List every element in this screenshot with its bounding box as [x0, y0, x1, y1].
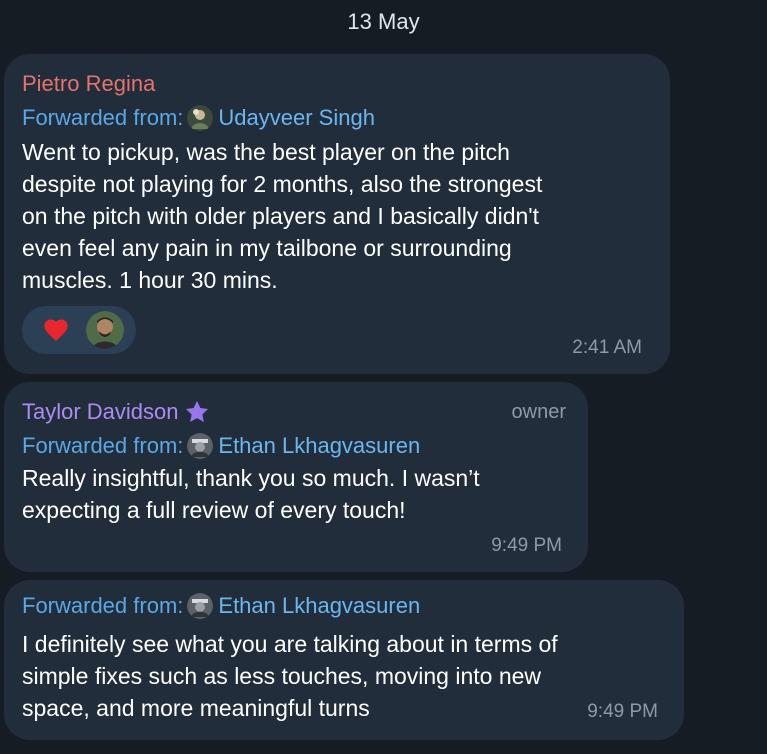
forwarded-avatar[interactable] [187, 105, 214, 131]
forwarded-label: Forwarded from: [22, 105, 184, 130]
forwarded-name[interactable]: Ethan Lkhagvasuren [218, 432, 420, 460]
reactor-avatar[interactable] [86, 311, 124, 349]
sender-name[interactable]: Pietro Regina [22, 70, 155, 98]
message-text: Really insightful, thank you so much. I … [22, 465, 480, 523]
message-bubble-forwarded[interactable]: Forwarded from: Ethan Lkhagvasuren I def… [4, 580, 684, 740]
forwarded-avatar[interactable] [187, 593, 214, 619]
message-text: I definitely see what you are talking ab… [22, 631, 558, 721]
reaction-pill[interactable] [22, 306, 136, 354]
message-bubble-pietro[interactable]: Pietro Regina Forwarded from: Udayveer S… [4, 54, 670, 374]
date-separator: 13 May [347, 9, 420, 34]
forwarded-avatar[interactable] [187, 433, 214, 459]
message-time: 9:49 PM [491, 535, 562, 556]
forwarded-label: Forwarded from: [22, 433, 184, 458]
message-time: 9:49 PM [587, 701, 658, 722]
star-icon [183, 398, 211, 426]
forwarded-header[interactable]: Forwarded from: Ethan Lkhagvasuren [22, 432, 420, 460]
message-time: 2:41 AM [572, 337, 642, 358]
heart-icon [42, 316, 70, 344]
forwarded-name[interactable]: Udayveer Singh [218, 104, 375, 132]
forwarded-name[interactable]: Ethan Lkhagvasuren [218, 592, 420, 620]
forwarded-header[interactable]: Forwarded from: Ethan Lkhagvasuren [22, 592, 420, 620]
role-badge: owner [511, 401, 566, 423]
sender-name[interactable]: Taylor Davidson [22, 398, 179, 426]
sender-name-row[interactable]: Taylor Davidson [22, 398, 211, 426]
forwarded-header[interactable]: Forwarded from: Udayveer Singh [22, 104, 375, 132]
forwarded-label: Forwarded from: [22, 593, 184, 618]
message-bubble-taylor[interactable]: Taylor Davidson owner Forwarded from: Et… [4, 382, 588, 572]
message-text: Went to pickup, was the best player on t… [22, 139, 543, 293]
